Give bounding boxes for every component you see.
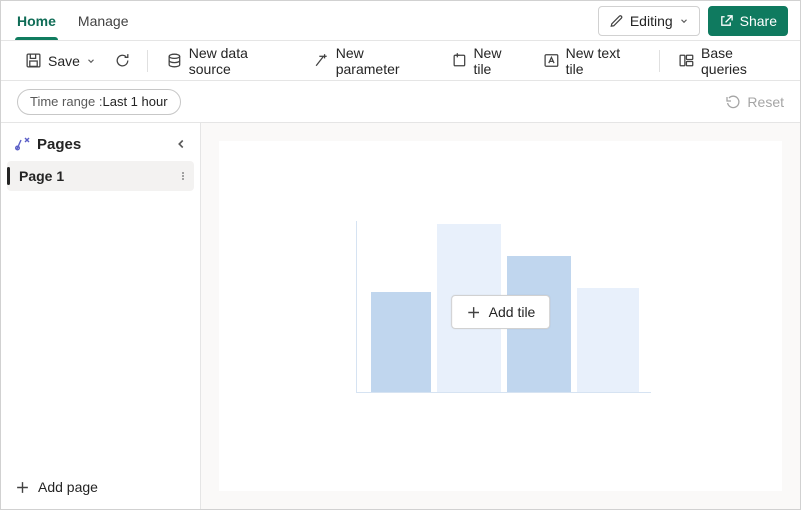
new-text-tile-button[interactable]: New text tile [535, 41, 649, 81]
base-queries-icon [678, 52, 695, 69]
save-label: Save [48, 53, 80, 69]
new-parameter-button[interactable]: New parameter [305, 41, 439, 81]
share-label: Share [740, 13, 777, 29]
chevron-down-icon [86, 56, 96, 66]
new-tile-label: New tile [473, 45, 522, 77]
dashboard-canvas: Add tile [219, 141, 782, 491]
parameter-icon [313, 52, 330, 69]
time-range-label: Time range : [30, 94, 103, 109]
new-text-tile-label: New text tile [566, 45, 642, 77]
pages-icon [13, 135, 31, 153]
placeholder-axis [356, 392, 651, 393]
pencil-icon [609, 13, 624, 28]
reset-icon [725, 94, 741, 110]
add-tile-button[interactable]: Add tile [451, 295, 551, 329]
chevron-down-icon [679, 16, 689, 26]
tab-manage[interactable]: Manage [78, 1, 129, 40]
page1-label: Page 1 [19, 168, 64, 184]
share-icon [719, 13, 734, 28]
new-data-source-button[interactable]: New data source [158, 41, 301, 81]
editing-button[interactable]: Editing [598, 6, 700, 36]
reset-button[interactable]: Reset [725, 94, 784, 110]
new-data-source-label: New data source [189, 45, 293, 77]
tab-home-label: Home [17, 13, 56, 29]
plus-icon [15, 480, 30, 495]
plus-icon [466, 305, 481, 320]
new-tile-button[interactable]: New tile [443, 41, 531, 81]
share-button[interactable]: Share [708, 6, 788, 36]
refresh-icon [114, 52, 131, 69]
new-parameter-label: New parameter [336, 45, 431, 77]
refresh-button[interactable] [108, 48, 137, 73]
add-tile-label: Add tile [489, 304, 536, 320]
sidebar-item-page1[interactable]: Page 1 [7, 161, 194, 191]
time-range-pill[interactable]: Time range : Last 1 hour [17, 89, 181, 115]
add-page-button[interactable]: Add page [7, 473, 194, 501]
pages-title: Pages [37, 136, 81, 153]
empty-placeholder: Add tile [351, 221, 651, 411]
page-more-icon[interactable] [178, 168, 188, 184]
active-indicator [7, 167, 10, 185]
add-page-label: Add page [38, 479, 98, 495]
base-queries-label: Base queries [701, 45, 782, 77]
base-queries-button[interactable]: Base queries [670, 41, 790, 81]
placeholder-axis [356, 221, 357, 393]
save-button[interactable]: Save [17, 48, 104, 73]
tab-home[interactable]: Home [17, 1, 56, 40]
time-range-value: Last 1 hour [103, 94, 168, 109]
database-icon [166, 52, 183, 69]
text-tile-icon [543, 52, 560, 69]
tile-icon [451, 52, 468, 69]
separator [659, 50, 660, 72]
editing-label: Editing [630, 13, 673, 29]
chevron-left-icon[interactable] [174, 137, 188, 151]
save-icon [25, 52, 42, 69]
tab-manage-label: Manage [78, 13, 129, 29]
reset-label: Reset [747, 94, 784, 110]
separator [147, 50, 148, 72]
